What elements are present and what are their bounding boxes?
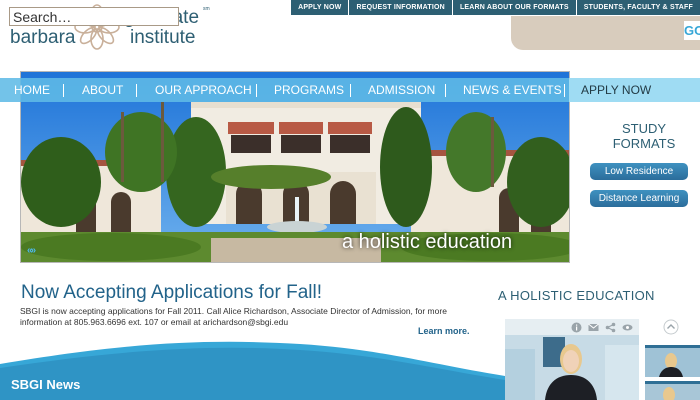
utility-request-info-link[interactable]: REQUEST INFORMATION	[348, 0, 452, 15]
video-thumbnail-image	[645, 345, 700, 377]
video-thumbnail[interactable]	[645, 381, 700, 400]
nav-divider	[63, 84, 64, 97]
search-input[interactable]	[9, 7, 179, 26]
nav-divider	[445, 84, 446, 97]
video-thumbnail-image	[645, 381, 700, 400]
search-panel	[511, 16, 700, 50]
info-icon[interactable]	[571, 322, 582, 333]
nav-divider	[564, 84, 565, 97]
nav-home[interactable]: HOME	[14, 83, 50, 97]
slideshow-arrows-icon[interactable]: «»	[27, 245, 36, 256]
search-go-button[interactable]: GO	[684, 21, 700, 40]
video-thumbnail[interactable]	[645, 345, 700, 377]
nav-divider	[256, 84, 257, 97]
study-formats-heading: STUDY FORMATS	[612, 121, 676, 151]
eye-icon[interactable]	[622, 322, 633, 333]
video-controls	[505, 319, 639, 335]
news-headline[interactable]: Now Accepting Applications for Fall!	[21, 282, 322, 304]
main-nav: HOME ABOUT OUR APPROACH PROGRAMS ADMISSI…	[0, 78, 578, 102]
holistic-education-heading: A HOLISTIC EDUCATION	[498, 288, 655, 303]
nav-admission[interactable]: ADMISSION	[368, 83, 435, 97]
nav-divider	[136, 84, 137, 97]
collapse-up-icon[interactable]	[663, 319, 679, 335]
hero-caption: a holistic education	[342, 231, 513, 253]
utility-nav: APPLY NOW REQUEST INFORMATION LEARN ABOU…	[290, 0, 700, 15]
nav-apply-now[interactable]: APPLY NOW	[581, 83, 651, 97]
logo-word-barbara: barbara	[10, 27, 76, 48]
nav-programs[interactable]: PROGRAMS	[274, 83, 344, 97]
share-icon[interactable]	[605, 322, 616, 333]
news-body: SBGI is now accepting applications for F…	[20, 306, 447, 327]
utility-apply-now-link[interactable]: APPLY NOW	[290, 0, 349, 15]
nav-news-events[interactable]: NEWS & EVENTS	[463, 83, 562, 97]
nav-our-approach[interactable]: OUR APPROACH	[155, 83, 252, 97]
low-residence-button[interactable]: Low Residence	[590, 163, 688, 180]
utility-community-link[interactable]: STUDENTS, FACULTY & STAFF	[575, 0, 700, 15]
logo-word-institute: institute	[130, 27, 196, 48]
nav-about[interactable]: ABOUT	[82, 83, 123, 97]
utility-formats-link[interactable]: LEARN ABOUT OUR FORMATS	[451, 0, 576, 15]
sbgi-news-heading: SBGI News	[11, 377, 81, 392]
distance-learning-button[interactable]: Distance Learning	[590, 190, 688, 207]
mail-icon[interactable]	[588, 322, 599, 333]
logo-service-mark: sm	[203, 6, 210, 12]
nav-divider	[350, 84, 351, 97]
